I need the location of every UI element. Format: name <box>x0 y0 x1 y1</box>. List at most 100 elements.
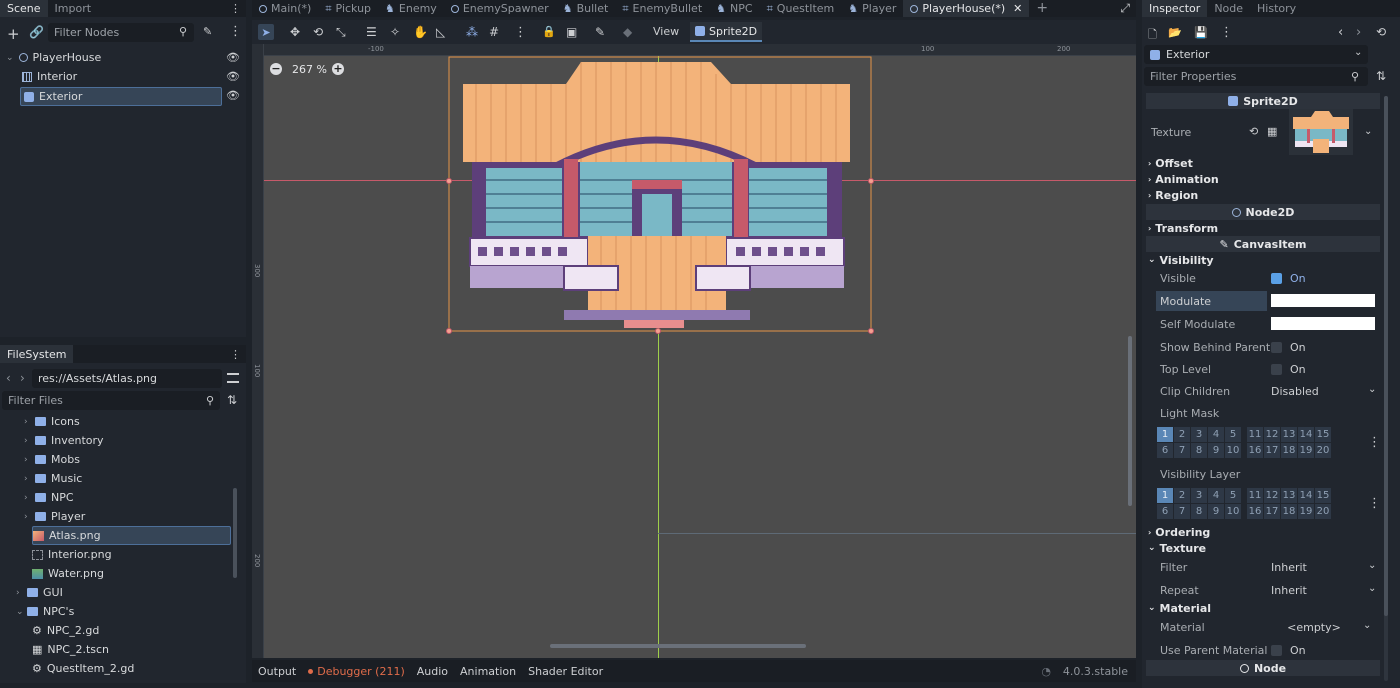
revert-icon[interactable]: ⟲ <box>1249 125 1258 138</box>
file-item[interactable]: › Inventory <box>24 431 231 450</box>
chevron-down-icon[interactable]: ⌄ <box>16 607 24 617</box>
eye-icon[interactable]: 👁 <box>226 89 240 102</box>
layer-bit[interactable]: 7 <box>1174 443 1190 458</box>
tab-filesystem[interactable]: FileSystem <box>0 345 74 363</box>
layer-bit[interactable]: 2 <box>1174 427 1190 442</box>
layer-bit[interactable]: 8 <box>1191 443 1207 458</box>
layer-bit[interactable]: 15 <box>1315 488 1331 503</box>
layer-bit[interactable]: 18 <box>1281 504 1297 519</box>
filter-properties-input[interactable]: Filter Properties <box>1144 67 1368 86</box>
material-picker[interactable]: <empty> <box>1271 617 1357 637</box>
chevron-down-icon[interactable]: ⌄ <box>1368 384 1376 395</box>
horizontal-scrollbar[interactable] <box>550 644 806 648</box>
object-selector[interactable]: Exterior <box>1144 45 1368 64</box>
tab-animation[interactable]: Animation <box>460 665 516 678</box>
prop-visible-value[interactable]: On <box>1271 268 1306 288</box>
zoom-in-button[interactable]: + <box>332 63 344 75</box>
property-options-icon[interactable]: ⇅ <box>1376 69 1386 83</box>
menu-dots-icon[interactable]: ⋮ <box>230 2 246 15</box>
category-offset[interactable]: › Offset <box>1148 155 1193 171</box>
file-item[interactable]: ⌄ NPC's <box>16 602 231 621</box>
category-region[interactable]: › Region <box>1148 187 1198 203</box>
eye-icon[interactable]: 👁 <box>226 70 240 83</box>
file-item[interactable]: › Icons <box>24 412 231 431</box>
tab-main[interactable]: Main(*) <box>252 0 318 17</box>
chevron-down-icon[interactable]: ⌄ <box>1368 583 1376 594</box>
layer-bit[interactable]: 11 <box>1247 488 1263 503</box>
sort-icon[interactable]: ⇅ <box>227 393 237 407</box>
category-ordering[interactable]: › Ordering <box>1148 524 1210 540</box>
checkbox-unchecked-icon[interactable] <box>1271 363 1282 375</box>
chevron-down-icon[interactable]: ⌄ <box>6 53 14 63</box>
layer-bit[interactable]: 6 <box>1157 504 1173 519</box>
layer-bit[interactable]: 7 <box>1174 504 1190 519</box>
back-arrow-icon[interactable]: ‹ <box>1338 25 1343 40</box>
texture-preview[interactable] <box>1289 109 1353 155</box>
tab-pickup[interactable]: ⌗ Pickup <box>318 0 378 17</box>
canvas-viewport[interactable]: -100 100 200 300 100 200 − 267 % + <box>252 44 1136 658</box>
layer-bit[interactable]: 16 <box>1247 504 1263 519</box>
prop-top-level-value[interactable]: On <box>1271 359 1306 379</box>
layer-bit[interactable]: 16 <box>1247 443 1263 458</box>
file-item[interactable]: › Player <box>24 507 231 526</box>
layer-bit[interactable]: 5 <box>1225 488 1241 503</box>
chevron-down-icon[interactable]: ⌄ <box>1364 126 1372 137</box>
tab-node[interactable]: Node <box>1207 0 1250 17</box>
tab-import[interactable]: Import <box>48 0 99 17</box>
category-transform[interactable]: › Transform <box>1148 220 1218 236</box>
layer-bit[interactable]: 2 <box>1174 488 1190 503</box>
forward-arrow-icon[interactable]: › <box>1356 25 1361 40</box>
pivot-icon[interactable]: ✧ <box>390 25 400 39</box>
rotate-icon[interactable]: ⟲ <box>313 25 323 39</box>
checkbox-unchecked-icon[interactable] <box>1271 644 1282 656</box>
chevron-right-icon[interactable]: › <box>24 474 30 484</box>
prop-show-behind-value[interactable]: On <box>1271 337 1306 357</box>
file-item[interactable]: Atlas.png <box>32 526 231 545</box>
chevron-right-icon[interactable]: › <box>24 512 30 522</box>
file-item[interactable]: › Mobs <box>24 450 231 469</box>
visibility-icon[interactable]: ◆ <box>623 25 632 39</box>
layer-bit[interactable]: 13 <box>1281 488 1297 503</box>
chevron-down-icon[interactable]: ⌄ <box>1363 620 1371 631</box>
save-icon[interactable]: 💾 <box>1194 26 1208 39</box>
category-material[interactable]: ⌄ Material <box>1148 600 1211 616</box>
group-icon[interactable]: ▣ <box>566 25 577 39</box>
layer-bit[interactable]: 1 <box>1157 427 1173 442</box>
file-item[interactable]: › Music <box>24 469 231 488</box>
layout-toggle-icon[interactable] <box>227 373 239 383</box>
view-menu[interactable]: View <box>653 25 679 38</box>
layer-bit[interactable]: 20 <box>1315 504 1331 519</box>
vertical-ruler[interactable]: 300 100 200 <box>252 44 264 658</box>
zoom-out-button[interactable]: − <box>270 63 282 75</box>
layer-bit[interactable]: 20 <box>1315 443 1331 458</box>
layer-bit[interactable]: 3 <box>1191 427 1207 442</box>
open-folder-icon[interactable]: 📂 <box>1168 26 1182 39</box>
chevron-down-icon[interactable]: ⌄ <box>1368 560 1376 571</box>
chevron-down-icon[interactable]: ⌄ <box>1354 47 1362 58</box>
tab-enemy[interactable]: ♞ Enemy <box>378 0 444 17</box>
lock-icon[interactable]: 🔒 <box>542 25 556 38</box>
layer-bit[interactable]: 9 <box>1208 504 1224 519</box>
smart-snap-icon[interactable]: ⁂ <box>466 25 478 39</box>
chevron-right-icon[interactable]: › <box>24 493 30 503</box>
select-mode-button[interactable]: ➤ <box>258 24 274 40</box>
layer-bit[interactable]: 12 <box>1264 488 1280 503</box>
layer-bit[interactable]: 18 <box>1281 443 1297 458</box>
tab-output[interactable]: Output <box>258 665 296 678</box>
bone-icon[interactable]: ✎ <box>595 25 605 39</box>
layer-bit[interactable]: 11 <box>1247 427 1263 442</box>
add-node-icon[interactable]: + <box>7 25 20 43</box>
tab-debugger[interactable]: Debugger (211) <box>308 665 405 678</box>
inspector-scrollbar-thumb[interactable] <box>1384 96 1388 616</box>
file-item[interactable]: › NPC <box>24 488 231 507</box>
layer-bit[interactable]: 19 <box>1298 443 1314 458</box>
self-modulate-color-picker[interactable] <box>1271 317 1375 330</box>
menu-dots-icon[interactable]: ⋮ <box>229 24 242 39</box>
history-icon[interactable]: ◔ <box>1041 665 1051 678</box>
filesystem-path-field[interactable]: res://Assets/Atlas.png <box>32 369 222 388</box>
clip-children-dropdown[interactable]: Disabled <box>1271 381 1379 401</box>
file-item[interactable]: Interior.png <box>32 545 231 564</box>
chevron-right-icon[interactable]: › <box>24 417 30 427</box>
category-visibility[interactable]: ⌄ Visibility <box>1148 252 1214 268</box>
tab-shader-editor[interactable]: Shader Editor <box>528 665 603 678</box>
